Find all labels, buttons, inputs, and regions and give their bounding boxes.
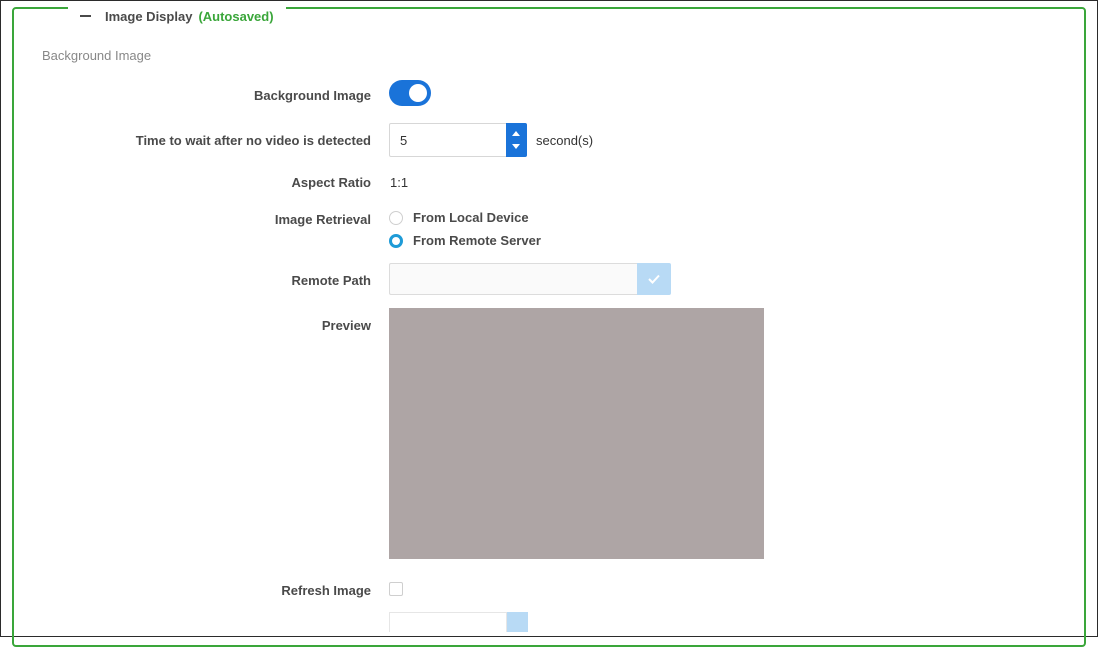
- radio-from-local-device[interactable]: From Local Device: [389, 210, 529, 225]
- panel-title: Image Display: [105, 8, 193, 24]
- section-title: Background Image: [42, 48, 152, 63]
- check-icon: [648, 274, 660, 284]
- remote-path-input[interactable]: [389, 263, 637, 295]
- wait-time-unit: second(s): [536, 133, 594, 148]
- radio-button[interactable]: [389, 210, 403, 225]
- remote-path-label: Remote Path: [291, 273, 371, 288]
- refresh-image-label: Refresh Image: [281, 583, 371, 598]
- wait-time-spinner[interactable]: [506, 123, 527, 157]
- next-field-spinner[interactable]: [507, 612, 528, 632]
- autosaved-status: (Autosaved): [198, 8, 274, 24]
- wait-time-label: Time to wait after no video is detected: [135, 133, 371, 148]
- background-image-toggle[interactable]: [389, 80, 431, 106]
- radio-label: From Remote Server: [413, 233, 541, 248]
- next-field-input[interactable]: [389, 612, 507, 632]
- aspect-ratio-value: 1:1: [390, 175, 409, 190]
- panel-header[interactable]: Image Display (Autosaved): [68, 6, 286, 26]
- radio-from-remote-server[interactable]: From Remote Server: [389, 233, 541, 248]
- caret-down-icon[interactable]: [512, 144, 520, 149]
- preview-label: Preview: [321, 318, 371, 333]
- toggle-knob: [409, 84, 427, 102]
- background-image-label: Background Image: [253, 88, 371, 103]
- aspect-ratio-label: Aspect Ratio: [291, 175, 371, 190]
- remote-path-confirm-button[interactable]: [637, 263, 671, 295]
- refresh-image-checkbox[interactable]: [389, 582, 403, 596]
- caret-up-icon[interactable]: [512, 131, 520, 136]
- radio-button-selected[interactable]: [389, 233, 403, 248]
- radio-label: From Local Device: [413, 210, 529, 225]
- minus-icon[interactable]: [80, 15, 91, 17]
- image-retrieval-label: Image Retrieval: [274, 212, 371, 227]
- preview-image: [389, 308, 764, 559]
